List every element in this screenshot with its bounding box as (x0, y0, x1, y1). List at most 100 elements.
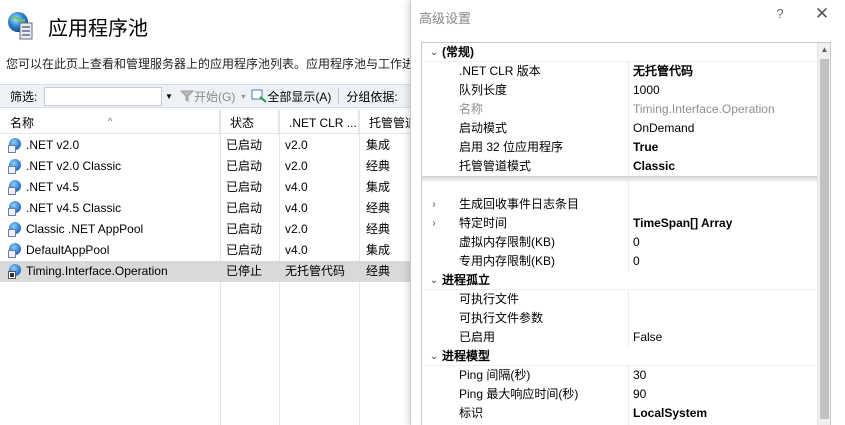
property-value[interactable]: True (633, 138, 825, 157)
property-row[interactable]: 启用 32 位应用程序 True (422, 138, 830, 157)
property-name: 已启用 (459, 330, 496, 344)
show-all-icon (251, 89, 267, 103)
pool-name-cell: Timing.Interface.Operation (8, 261, 220, 282)
property-value[interactable] (633, 290, 825, 309)
property-divider (628, 157, 629, 176)
property-category[interactable]: ⌄ 进程模型 (422, 347, 830, 366)
list-header: ^ 名称 状态 .NET CLR ... 托管管道... (0, 110, 410, 134)
expand-chevron-icon[interactable] (428, 252, 440, 271)
dialog-title: 高级设置 (419, 11, 472, 26)
property-value[interactable]: TimeSpan[] Array (633, 214, 825, 233)
table-row[interactable]: DefaultAppPool 已启动 v4.0 集成 (0, 240, 410, 261)
pool-clr-version: v4.0 (285, 243, 308, 257)
table-row[interactable]: .NET v4.5 Classic 已启动 v4.0 经典 (0, 198, 410, 219)
table-row[interactable]: .NET v2.0 Classic 已启动 v2.0 经典 (0, 156, 410, 177)
property-row[interactable]: .NET CLR 版本 无托管代码 (422, 62, 830, 81)
collapse-chevron-icon[interactable]: ⌄ (428, 43, 440, 62)
property-row[interactable]: Ping 最大响应时间(秒) 90 (422, 385, 830, 404)
property-value[interactable]: 无托管代码 (633, 62, 825, 81)
collapse-chevron-icon[interactable]: ⌄ (428, 271, 440, 290)
property-value[interactable]: 0 (633, 233, 825, 252)
property-value[interactable]: Classic (633, 157, 825, 176)
property-category[interactable]: ⌄ 进程孤立 (422, 271, 830, 290)
filter-dropdown-icon[interactable]: ▼ (164, 92, 174, 101)
property-value[interactable]: 30 (633, 366, 825, 385)
property-value[interactable]: Timing.Interface.Operation (633, 100, 825, 119)
property-row[interactable]: › 生成回收事件日志条目 (422, 195, 830, 214)
app-pool-icon (8, 243, 23, 258)
expand-chevron-icon[interactable] (428, 404, 440, 423)
property-row[interactable]: 虚拟内存限制(KB) 0 (422, 233, 830, 252)
table-row[interactable]: Classic .NET AppPool 已启动 v2.0 经典 (0, 219, 410, 240)
page-description: 您可以在此页上查看和管理服务器上的应用程序池列表。应用程序池与工作进 (6, 57, 415, 71)
property-name: 虚拟内存限制(KB) (459, 235, 556, 249)
app-pool-icon (8, 138, 23, 153)
property-name: 特定时间 (459, 216, 508, 230)
sort-ascending-icon: ^ (108, 116, 113, 126)
property-value[interactable]: 1000 (633, 81, 825, 100)
property-value[interactable]: LocalSystem (633, 404, 825, 423)
pool-clr-version: v2.0 (285, 159, 308, 173)
property-name: 启动模式 (459, 121, 508, 135)
scroll-up-icon[interactable]: ▲ (818, 43, 830, 56)
property-row[interactable]: 标识 LocalSystem (422, 404, 830, 423)
pool-name: .NET v2.0 Classic (26, 159, 122, 173)
property-row[interactable]: 启动模式 OnDemand (422, 119, 830, 138)
column-header-pipeline[interactable]: 托管管道... (359, 110, 410, 134)
property-row[interactable]: 名称 Timing.Interface.Operation (422, 100, 830, 119)
expand-chevron-icon[interactable] (428, 157, 440, 176)
start-button-label: 开始(G) (194, 89, 236, 104)
column-header-state[interactable]: 状态 (220, 110, 279, 134)
scroll-thumb[interactable] (820, 59, 829, 419)
property-row[interactable]: 队列长度 1000 (422, 81, 830, 100)
pool-state: 已启动 (226, 243, 263, 257)
property-name: 标识 (459, 406, 484, 420)
property-row[interactable]: 托管管道模式 Classic (422, 157, 830, 176)
expand-chevron-icon[interactable] (428, 328, 440, 347)
property-row[interactable]: 可执行文件 (422, 290, 830, 309)
property-value[interactable] (633, 309, 825, 328)
property-grid-scrollbar[interactable]: ▲ (817, 43, 830, 425)
property-value[interactable]: 90 (633, 385, 825, 404)
property-category[interactable]: ⌄ (常规) (422, 43, 830, 62)
expand-chevron-icon[interactable] (428, 138, 440, 157)
help-button[interactable]: ? (773, 6, 787, 21)
property-value[interactable]: OnDemand (633, 119, 825, 138)
expand-chevron-icon[interactable] (428, 366, 440, 385)
property-value[interactable]: 0 (633, 252, 825, 271)
property-value[interactable]: False (633, 328, 825, 347)
collapse-chevron-icon[interactable]: ⌄ (428, 347, 440, 366)
property-row[interactable]: 已启用 False (422, 328, 830, 347)
start-button[interactable]: 开始(G) (176, 88, 239, 105)
toolbar-separator (338, 88, 340, 104)
expand-chevron-icon[interactable]: › (428, 195, 440, 214)
property-row[interactable]: 可执行文件参数 (422, 309, 830, 328)
property-row[interactable]: Ping 间隔(秒) 30 (422, 366, 830, 385)
property-divider (628, 233, 629, 252)
expand-chevron-icon[interactable] (428, 309, 440, 328)
expand-chevron-icon[interactable] (428, 290, 440, 309)
pool-pipeline: 经典 (366, 222, 391, 236)
column-header-name[interactable]: ^ 名称 (0, 110, 220, 134)
expand-chevron-icon[interactable] (428, 62, 440, 81)
show-all-button[interactable]: 全部显示(A) (247, 88, 335, 105)
table-row[interactable]: .NET v2.0 已启动 v2.0 集成 (0, 135, 410, 156)
pool-name: .NET v4.5 (26, 180, 80, 194)
pool-name-cell: .NET v2.0 Classic (8, 156, 220, 177)
table-row[interactable]: .NET v4.5 已启动 v4.0 集成 (0, 177, 410, 198)
property-row[interactable]: 专用内存限制(KB) 0 (422, 252, 830, 271)
expand-chevron-icon[interactable] (428, 233, 440, 252)
expand-chevron-icon[interactable] (428, 385, 440, 404)
expand-chevron-icon[interactable]: › (428, 214, 440, 233)
expand-chevron-icon[interactable] (428, 100, 440, 119)
column-header-clr[interactable]: .NET CLR ... (279, 110, 359, 134)
filter-input[interactable] (44, 86, 162, 106)
property-value[interactable] (633, 195, 825, 214)
expand-chevron-icon[interactable] (428, 119, 440, 138)
table-row[interactable]: Timing.Interface.Operation 已停止 无托管代码 经典 (0, 261, 410, 282)
property-divider (628, 195, 629, 214)
expand-chevron-icon[interactable] (428, 81, 440, 100)
close-button[interactable]: ✕ (813, 4, 831, 24)
property-row[interactable]: › 特定时间 TimeSpan[] Array (422, 214, 830, 233)
show-all-dropdown-icon[interactable]: ▾ (239, 92, 247, 101)
